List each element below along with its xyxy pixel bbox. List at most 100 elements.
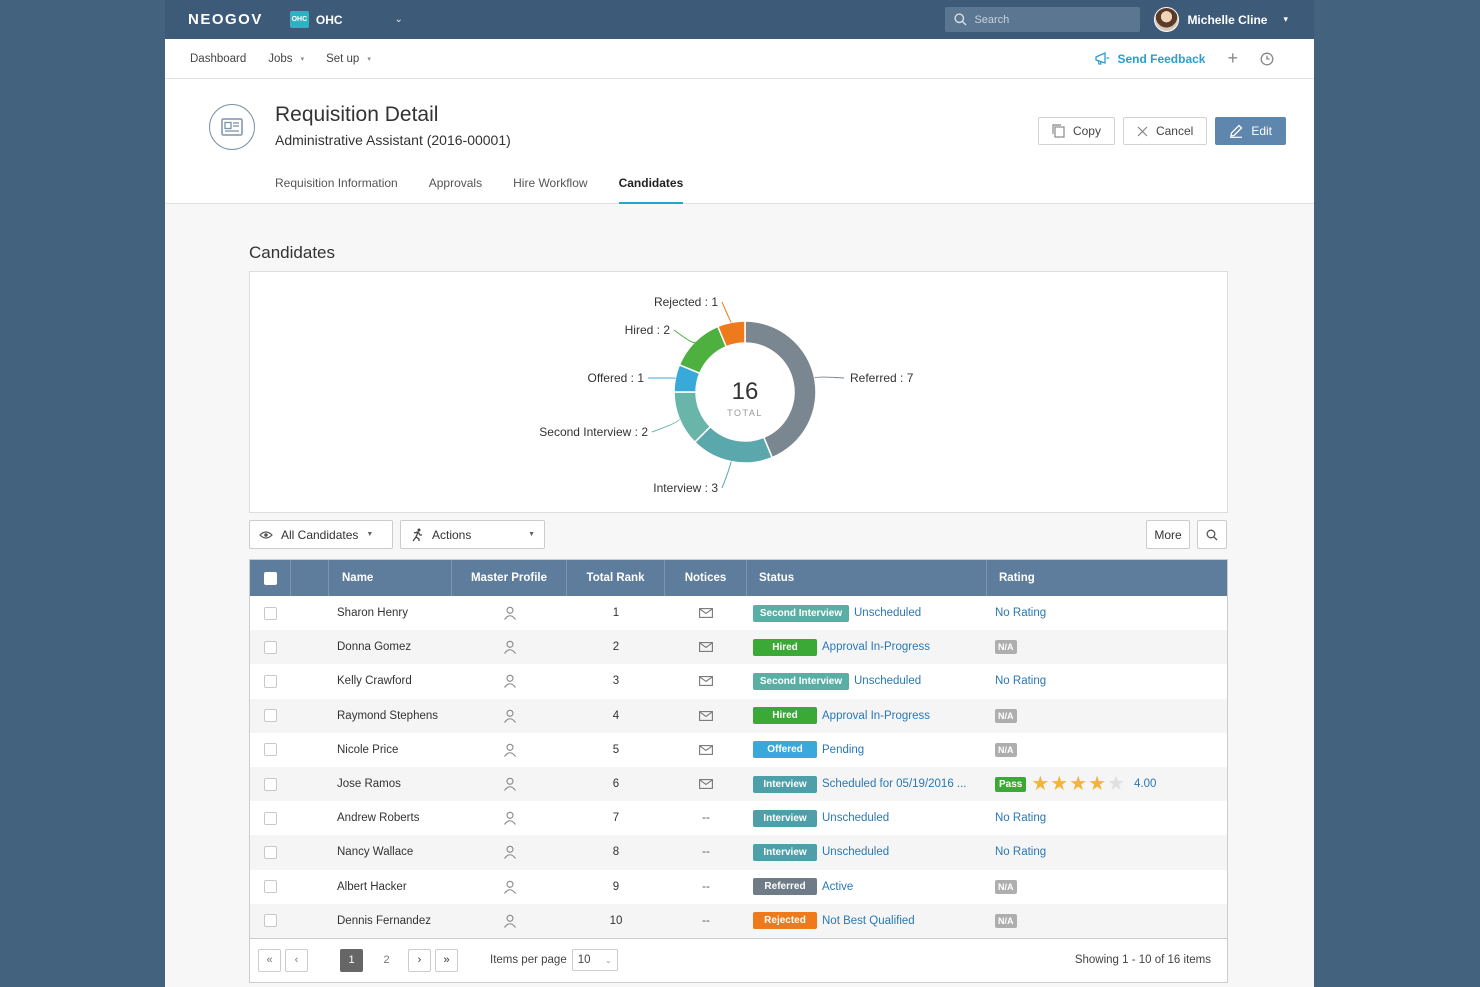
row-checkbox[interactable]	[264, 743, 277, 757]
person-icon[interactable]	[503, 914, 517, 928]
row-checkbox[interactable]	[264, 709, 277, 723]
person-icon[interactable]	[503, 811, 517, 826]
chevron-down-icon[interactable]: ⌄	[395, 14, 403, 25]
table-row[interactable]: Andrew Roberts 7 -- Interview Unschedule…	[250, 801, 1227, 835]
donut-slice-hired[interactable]	[678, 325, 728, 375]
grid-search-button[interactable]	[1197, 520, 1227, 549]
last-page-button[interactable]: »	[435, 948, 458, 972]
send-feedback-button[interactable]: Send Feedback	[1095, 52, 1205, 66]
first-page-button[interactable]: «	[258, 948, 281, 972]
table-row[interactable]: Jose Ramos 6 Interview Scheduled for 05/…	[250, 766, 1227, 802]
table-row[interactable]: Sharon Henry 1 Second Interview Unschedu…	[250, 596, 1227, 630]
tab-approvals[interactable]: Approvals	[429, 176, 482, 204]
table-row[interactable]: Donna Gomez 2 Hired Approval In-Progress…	[250, 630, 1227, 665]
row-checkbox[interactable]	[264, 640, 277, 654]
column-header-status[interactable]: Status	[747, 560, 987, 596]
org-name[interactable]: OHC	[316, 13, 343, 27]
rating-link[interactable]: No Rating	[995, 675, 1046, 687]
status-link[interactable]: Unscheduled	[822, 812, 889, 824]
candidate-name[interactable]: Dennis Fernandez	[329, 904, 452, 938]
tab-candidates[interactable]: Candidates	[618, 176, 684, 204]
nav-jobs[interactable]: Jobs ▾	[268, 53, 304, 65]
neogov-logo[interactable]: NEOGOV	[188, 11, 263, 28]
mail-icon[interactable]	[699, 710, 713, 721]
person-icon[interactable]	[503, 743, 517, 757]
rating-value[interactable]: 4.00	[1134, 778, 1156, 790]
table-row[interactable]: Nicole Price 5 Offered Pending N/A	[250, 733, 1227, 767]
status-link[interactable]: Unscheduled	[822, 846, 889, 858]
user-menu[interactable]: Michelle Cline ▾	[1154, 7, 1314, 32]
status-link[interactable]: Active	[822, 881, 853, 893]
person-icon[interactable]	[503, 606, 517, 620]
candidate-name[interactable]: Andrew Roberts	[329, 801, 452, 835]
candidate-name[interactable]: Nicole Price	[329, 733, 452, 767]
status-link[interactable]: Scheduled for 05/19/2016 ...	[822, 778, 967, 790]
edit-button[interactable]: Edit	[1215, 117, 1286, 145]
person-icon[interactable]	[503, 709, 517, 723]
nav-setup[interactable]: Set up ▾	[326, 53, 371, 65]
person-icon[interactable]	[503, 777, 517, 791]
column-header-notices[interactable]: Notices	[665, 560, 747, 596]
mail-icon[interactable]	[699, 676, 713, 687]
candidate-name[interactable]: Sharon Henry	[329, 596, 452, 630]
row-checkbox[interactable]	[264, 777, 277, 791]
items-per-page-select[interactable]: 10 ⌄	[571, 949, 618, 972]
tab-requisition-information[interactable]: Requisition Information	[275, 176, 398, 204]
row-checkbox[interactable]	[264, 880, 277, 894]
status-link[interactable]: Approval In-Progress	[822, 641, 930, 653]
rating-link[interactable]: No Rating	[995, 846, 1046, 858]
status-link[interactable]: Unscheduled	[854, 607, 921, 619]
table-row[interactable]: Dennis Fernandez 10 -- Rejected Not Best…	[250, 903, 1227, 938]
column-header-total-rank[interactable]: Total Rank	[567, 560, 665, 596]
select-all-checkbox[interactable]	[263, 571, 277, 585]
status-link[interactable]: Pending	[822, 744, 864, 756]
mail-icon[interactable]	[699, 744, 713, 755]
nav-dashboard[interactable]: Dashboard	[190, 53, 246, 65]
rating-link[interactable]: No Rating	[995, 607, 1046, 619]
candidate-name[interactable]: Kelly Crawford	[329, 664, 452, 698]
mail-icon[interactable]	[699, 642, 713, 653]
more-button[interactable]: More	[1146, 520, 1190, 549]
cancel-button[interactable]: Cancel	[1122, 117, 1208, 145]
page-1-button[interactable]: 1	[340, 948, 363, 972]
candidate-name[interactable]: Raymond Stephens	[329, 699, 452, 733]
clock-icon[interactable]	[1260, 52, 1274, 66]
rating-link[interactable]: No Rating	[995, 812, 1046, 824]
copy-button[interactable]: Copy	[1037, 117, 1115, 145]
candidate-filter-dropdown[interactable]: All Candidates ▼	[249, 520, 393, 549]
row-checkbox[interactable]	[264, 606, 277, 620]
row-checkbox[interactable]	[264, 811, 277, 825]
table-row[interactable]: Albert Hacker 9 -- Referred Active N/A	[250, 870, 1227, 904]
row-checkbox[interactable]	[264, 845, 277, 859]
candidate-name[interactable]: Albert Hacker	[329, 870, 452, 904]
global-search-input[interactable]: Search	[945, 7, 1141, 32]
status-link[interactable]: Not Best Qualified	[822, 915, 915, 927]
row-checkbox[interactable]	[264, 914, 277, 928]
candidate-name[interactable]: Nancy Wallace	[329, 835, 452, 869]
column-header-name[interactable]: Name	[329, 560, 452, 596]
tab-hire-workflow[interactable]: Hire Workflow	[513, 176, 587, 204]
person-icon[interactable]	[503, 845, 517, 860]
candidate-name[interactable]: Donna Gomez	[329, 630, 452, 664]
donut-slice-interview[interactable]	[693, 425, 774, 464]
plus-icon[interactable]: +	[1227, 48, 1238, 69]
table-row[interactable]: Nancy Wallace 8 -- Interview Unscheduled…	[250, 835, 1227, 870]
status-link[interactable]: Unscheduled	[854, 675, 921, 687]
next-page-button[interactable]: ›	[408, 948, 431, 972]
table-row[interactable]: Kelly Crawford 3 Second Interview Unsche…	[250, 664, 1227, 698]
column-header-rating[interactable]: Rating	[987, 560, 1227, 596]
mail-icon[interactable]	[699, 608, 713, 619]
prev-page-button[interactable]: ‹	[285, 948, 308, 972]
column-header-master-profile[interactable]: Master Profile	[452, 560, 567, 596]
page-2-button[interactable]: 2	[375, 948, 398, 972]
total-rank: 10	[609, 914, 623, 927]
candidate-name[interactable]: Jose Ramos	[329, 767, 452, 801]
row-checkbox[interactable]	[264, 674, 277, 688]
actions-dropdown[interactable]: Actions ▼	[400, 520, 545, 549]
table-row[interactable]: Raymond Stephens 4 Hired Approval In-Pro…	[250, 698, 1227, 733]
person-icon[interactable]	[503, 880, 517, 894]
status-link[interactable]: Approval In-Progress	[822, 710, 930, 722]
person-icon[interactable]	[503, 640, 517, 655]
person-icon[interactable]	[503, 674, 517, 689]
mail-icon[interactable]	[699, 779, 713, 789]
